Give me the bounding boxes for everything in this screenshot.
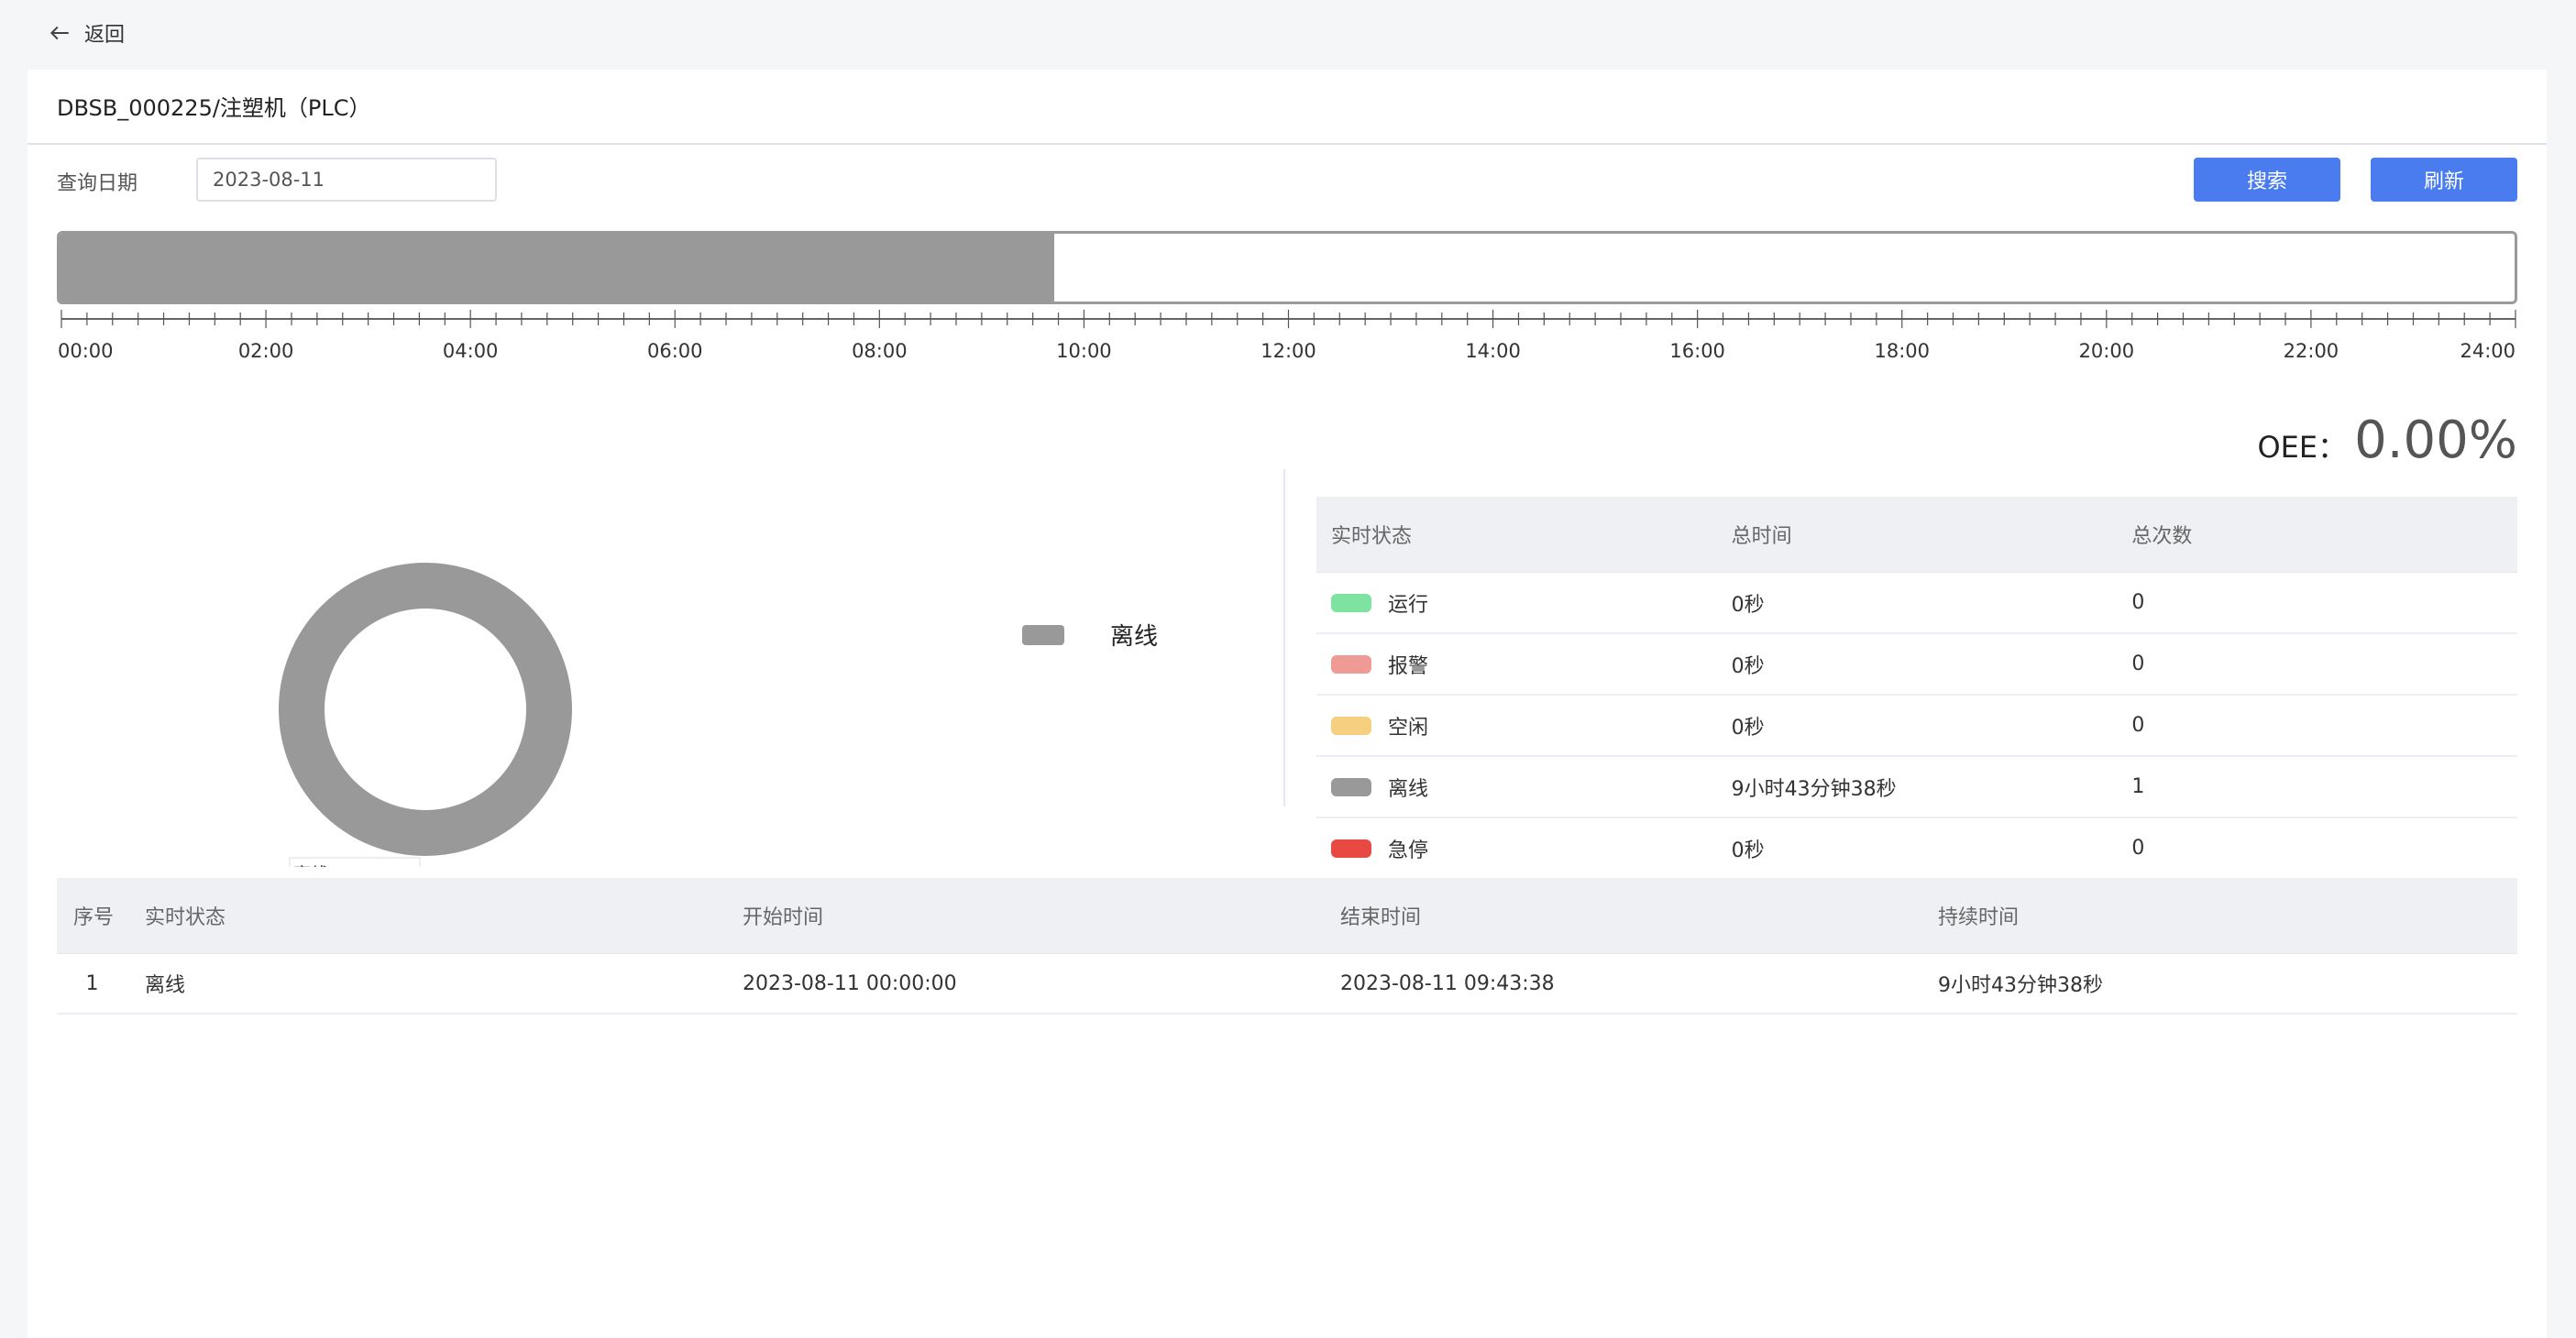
status-name: 离线 [1388, 777, 1429, 801]
status-row: 离线 9小时43分钟38秒 1 [1316, 756, 2517, 818]
col-header-total-time: 总时间 [1716, 497, 2118, 573]
axis-tick-label: 24:00 [2460, 340, 2515, 362]
axis-tick-label: 10:00 [1056, 340, 1112, 362]
status-name: 空闲 [1388, 716, 1429, 740]
query-date-input[interactable] [196, 158, 497, 202]
axis-tick-label: 22:00 [2284, 340, 2339, 362]
status-cell: 离线 [128, 953, 726, 1014]
status-color-swatch [1331, 654, 1371, 674]
axis-tick-label: 20:00 [2079, 340, 2135, 362]
status-color-swatch [1331, 777, 1371, 796]
status-row: 空闲 0秒 0 [1316, 695, 2517, 757]
top-bar: 返回 [0, 0, 2576, 68]
card-header: DBSB_000225/注塑机（PLC） [28, 70, 2547, 145]
col-header-status: 实时状态 [1316, 497, 1717, 573]
duration-cell: 9小时43分钟38秒 [1921, 953, 2517, 1014]
page-title: DBSB_000225/注塑机（PLC） [57, 95, 371, 121]
status-color-swatch [1331, 593, 1371, 612]
status-cell: 运行 [1316, 572, 1717, 634]
status-row: 急停 0秒 0 [1316, 817, 2517, 880]
col-header-status: 实时状态 [128, 878, 726, 954]
oee-label: OEE： [2257, 430, 2348, 465]
col-header-start-time: 开始时间 [726, 878, 1324, 954]
section-divider [1283, 469, 1285, 806]
axis-tick-label: 18:00 [1874, 340, 1930, 362]
refresh-button[interactable]: 刷新 [2371, 158, 2517, 202]
axis-tick-label: 16:00 [1669, 340, 1725, 362]
axis-tick-label: 12:00 [1260, 340, 1316, 362]
chart-legend[interactable]: 离线 [1022, 618, 1158, 652]
total-count-cell: 0 [2117, 572, 2517, 634]
axis-tick-label: 02:00 [238, 340, 294, 362]
status-name: 运行 [1388, 593, 1429, 617]
donut-slice-offline[interactable] [279, 563, 572, 856]
timeline-axis: 00:00 02:00 04:00 06:00 08:00 10:00 12:00 14:00… [58, 310, 2516, 362]
col-header-end-time: 结束时间 [1324, 878, 1921, 954]
back-button[interactable]: 返回 [48, 16, 125, 49]
start-time-cell: 2023-08-11 00:00:00 [726, 953, 1324, 1014]
status-cell: 急停 [1316, 817, 1717, 880]
col-header-duration: 持续时间 [1921, 878, 2517, 954]
table-row: 1 离线 2023-08-11 00:00:00 2023-08-11 09:43:3… [57, 953, 2517, 1014]
main-card: DBSB_000225/注塑机（PLC） 查询日期 搜索 刷新 00:00 02:… [28, 70, 2547, 1338]
records-header-row: 序号 实时状态 开始时间 结束时间 持续时间 [57, 878, 2517, 954]
status-cell: 报警 [1316, 633, 1717, 696]
total-time-cell: 0秒 [1716, 817, 2118, 880]
arrow-left-icon [50, 26, 69, 40]
total-count-cell: 0 [2117, 817, 2517, 880]
legend-swatch-offline [1022, 624, 1064, 645]
status-row: 报警 0秒 0 [1316, 633, 2517, 696]
timeline-segment[interactable] [60, 234, 1055, 302]
status-cell: 离线 [1316, 756, 1717, 818]
back-label: 返回 [84, 24, 126, 47]
search-button[interactable]: 搜索 [2194, 158, 2340, 202]
oee-value: 0.00% [2354, 411, 2517, 470]
axis-tick-label: 08:00 [852, 340, 908, 362]
total-time-cell: 0秒 [1716, 633, 2118, 696]
status-summary-table: 实时状态 总时间 总次数 运行 0秒 0 报警 0秒 0 空闲 0秒 0 离线 9小时43分钟38秒… [1316, 497, 2517, 880]
axis-tick-label: 14:00 [1465, 340, 1521, 362]
status-records-table: 序号 实时状态 开始时间 结束时间 持续时间 1 离线 2023-08-11 00:… [57, 878, 2517, 1014]
total-count-cell: 1 [2117, 756, 2517, 818]
status-donut-chart: 离线 100.00% [279, 563, 572, 867]
total-time-cell: 9小时43分钟38秒 [1716, 756, 2118, 818]
status-name: 报警 [1388, 654, 1429, 678]
status-cell: 空闲 [1316, 695, 1717, 757]
status-color-swatch [1331, 716, 1371, 735]
total-count-cell: 0 [2117, 695, 2517, 757]
total-time-cell: 0秒 [1716, 695, 2118, 757]
status-color-swatch [1331, 839, 1371, 858]
axis-tick-label: 06:00 [647, 340, 703, 362]
status-row: 运行 0秒 0 [1316, 572, 2517, 634]
status-timeline-bar [57, 231, 2517, 304]
total-count-cell: 0 [2117, 633, 2517, 696]
axis-tick-label: 04:00 [443, 340, 499, 362]
index-cell: 1 [57, 953, 128, 1014]
axis-tick-label: 00:00 [58, 340, 114, 362]
col-header-total-count: 总次数 [2117, 497, 2517, 573]
oee-display: OEE： 0.00% [2257, 411, 2517, 470]
end-time-cell: 2023-08-11 09:43:38 [1324, 953, 1921, 1014]
legend-label-offline: 离线 [1110, 623, 1159, 651]
donut-data-label: 离线 100.00% [293, 864, 412, 867]
col-header-index: 序号 [57, 878, 128, 954]
status-summary-header-row: 实时状态 总时间 总次数 [1316, 497, 2517, 573]
status-name: 急停 [1388, 839, 1429, 862]
query-date-label: 查询日期 [57, 172, 138, 195]
total-time-cell: 0秒 [1716, 572, 2118, 634]
